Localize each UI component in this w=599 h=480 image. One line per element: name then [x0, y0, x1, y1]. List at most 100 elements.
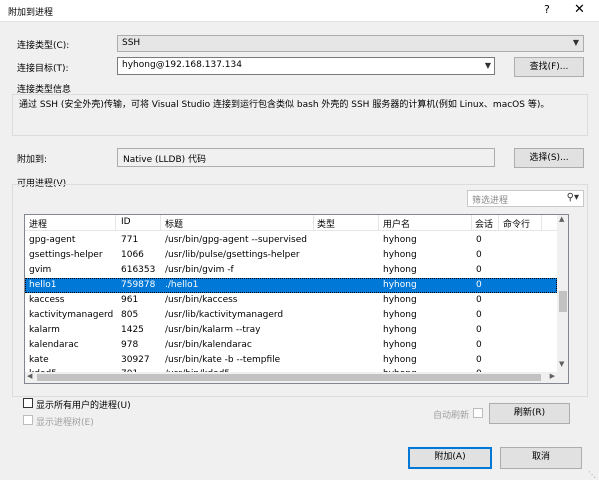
process-row-selected[interactable]: hello1 759878 ./hello1 hyhong 0: [25, 278, 557, 293]
process-session: 0: [476, 325, 482, 335]
process-title: /usr/lib/kactivitymanagerd: [165, 310, 284, 320]
process-session: 0: [476, 250, 482, 260]
process-name: gpg-agent: [29, 235, 76, 245]
process-session: 0: [476, 235, 482, 245]
process-session: 0: [476, 355, 482, 365]
process-session: 0: [476, 295, 482, 305]
connection-info-text: 通过 SSH (安全外壳)传输，可将 Visual Studio 连接到运行包含…: [19, 100, 550, 110]
find-button[interactable]: 查找(F)...: [514, 57, 584, 77]
scroll-left-icon[interactable]: ◀: [27, 372, 32, 380]
process-name: kalendarac: [29, 340, 79, 350]
attach-to-value: Native (LLDB) 代码: [123, 155, 207, 165]
process-row[interactable]: kalendarac 978 /usr/bin/kalendarac hyhon…: [25, 338, 557, 353]
process-user: hyhong: [383, 280, 417, 290]
cancel-button[interactable]: 取消: [500, 447, 582, 469]
vertical-scroll-thumb[interactable]: [559, 291, 567, 312]
auto-refresh-checkbox[interactable]: [473, 408, 483, 418]
process-id: 805: [121, 310, 139, 320]
process-id: 616353: [121, 265, 156, 275]
process-user: hyhong: [383, 340, 417, 350]
process-title: /usr/bin/kalendarac: [165, 340, 252, 350]
process-name: hello1: [29, 280, 57, 290]
connection-target-value: hyhong@192.168.137.134: [122, 60, 242, 70]
process-id: 759878: [121, 280, 156, 290]
search-icon[interactable]: ⚲▾: [567, 192, 579, 203]
process-user: hyhong: [383, 235, 417, 245]
show-all-users-checkbox[interactable]: [23, 398, 33, 408]
process-row[interactable]: gpg-agent 771 /usr/bin/gpg-agent --super…: [25, 233, 557, 248]
process-session: 0: [476, 340, 482, 350]
process-list[interactable]: 进程 ID 标题 类型 用户名 会话 命令行 gpg-agent 771 /us…: [24, 214, 569, 384]
process-user: hyhong: [383, 355, 417, 365]
scroll-up-icon[interactable]: ▲: [559, 215, 564, 223]
connection-target-combobox[interactable]: hyhong@192.168.137.134 ▼: [117, 57, 495, 75]
column-header-process[interactable]: 进程: [29, 217, 47, 230]
attach-to-label: 附加到:: [17, 155, 48, 165]
process-session: 0: [476, 265, 482, 275]
process-user: hyhong: [383, 265, 417, 275]
process-name: kaccess: [29, 295, 65, 305]
process-id: 961: [121, 295, 139, 305]
process-row[interactable]: kate 30927 /usr/bin/kate -b --tempfile h…: [25, 353, 557, 368]
process-row[interactable]: gvim 616353 /usr/bin/gvim -f hyhong 0: [25, 263, 557, 278]
connection-type-label: 连接类型(C):: [17, 41, 70, 51]
process-session: 0: [476, 280, 482, 290]
auto-refresh-label[interactable]: 自动刷新: [433, 408, 469, 421]
process-row[interactable]: kactivitymanagerd 805 /usr/lib/kactivity…: [25, 308, 557, 323]
filter-processes-input[interactable]: 筛选进程 ⚲▾: [467, 190, 584, 207]
process-name: kate: [29, 355, 49, 365]
resize-grip-icon[interactable]: ⋱: [588, 470, 596, 479]
process-id: 1425: [121, 325, 144, 335]
horizontal-scroll-thumb[interactable]: [37, 374, 541, 381]
close-button[interactable]: ✕: [574, 2, 585, 17]
process-session: 0: [476, 310, 482, 320]
process-title: /usr/bin/kate -b --tempfile: [165, 355, 281, 365]
process-title: /usr/bin/gpg-agent --supervised: [165, 235, 307, 245]
column-header-title[interactable]: 标题: [165, 217, 183, 230]
process-user: hyhong: [383, 325, 417, 335]
process-id: 1066: [121, 250, 144, 260]
process-user: hyhong: [383, 250, 417, 260]
process-title: /usr/bin/kalarm --tray: [165, 325, 261, 335]
show-process-tree-label[interactable]: 显示进程树(E): [36, 415, 94, 428]
process-list-header: 进程 ID 标题 类型 用户名 会话 命令行: [25, 215, 557, 231]
process-row[interactable]: kalarm 1425 /usr/bin/kalarm --tray hyhon…: [25, 323, 557, 338]
column-header-cmdline[interactable]: 命令行: [503, 217, 530, 230]
show-process-tree-checkbox[interactable]: [23, 415, 33, 425]
window-title: 附加到进程: [8, 8, 54, 18]
scroll-down-icon[interactable]: ▼: [559, 360, 564, 368]
column-header-session[interactable]: 会话: [475, 217, 493, 230]
column-header-type[interactable]: 类型: [317, 217, 335, 230]
process-id: 30927: [121, 355, 150, 365]
help-button[interactable]: ?: [544, 3, 550, 16]
process-title: ./hello1: [165, 280, 199, 290]
chevron-down-icon: ▼: [572, 38, 579, 47]
connection-type-value: SSH: [122, 38, 141, 48]
chevron-down-icon[interactable]: ▼: [485, 61, 491, 70]
process-user: hyhong: [383, 310, 417, 320]
horizontal-scrollbar[interactable]: ◀ ▶: [25, 372, 557, 383]
process-row[interactable]: gsettings-helper 1066 /usr/lib/pulse/gse…: [25, 248, 557, 263]
process-title: /usr/lib/pulse/gsettings-helper: [165, 250, 300, 260]
process-row[interactable]: kaccess 961 /usr/bin/kaccess hyhong 0: [25, 293, 557, 308]
connection-info-box: 通过 SSH (安全外壳)传输，可将 Visual Studio 连接到运行包含…: [12, 94, 588, 136]
refresh-button[interactable]: 刷新(R): [489, 403, 570, 424]
connection-type-select[interactable]: SSH ▼: [117, 35, 584, 52]
process-id: 771: [121, 235, 139, 245]
process-name: gsettings-helper: [29, 250, 103, 260]
show-all-users-label[interactable]: 显示所有用户的进程(U): [36, 398, 131, 411]
process-name: kactivitymanagerd: [29, 310, 114, 320]
process-name: gvim: [29, 265, 52, 275]
vertical-scrollbar[interactable]: ▲ ▼: [557, 215, 568, 383]
scrollbar-corner: [557, 372, 568, 383]
process-name: kalarm: [29, 325, 60, 335]
attach-button[interactable]: 附加(A): [408, 447, 492, 469]
process-title: /usr/bin/kaccess: [165, 295, 238, 305]
attach-to-field: Native (LLDB) 代码: [117, 148, 495, 167]
title-bar: 附加到进程 ? ✕: [0, 0, 599, 22]
scroll-right-icon[interactable]: ▶: [550, 372, 555, 380]
column-header-id[interactable]: ID: [121, 217, 131, 227]
connection-target-label: 连接目标(T):: [17, 64, 69, 74]
column-header-username[interactable]: 用户名: [383, 217, 410, 230]
select-code-type-button[interactable]: 选择(S)...: [514, 148, 584, 168]
